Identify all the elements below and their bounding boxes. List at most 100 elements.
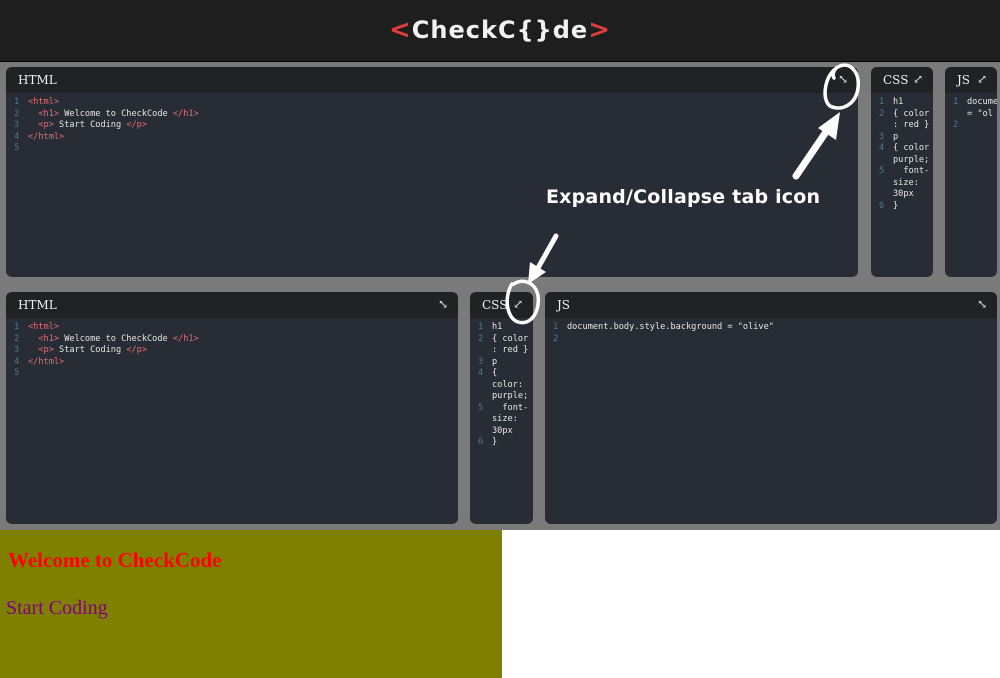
code-line[interactable]: 5: [14, 368, 458, 380]
line-number: 3: [879, 131, 885, 142]
code-text: h1: [893, 97, 904, 107]
preview-empty-area: [502, 530, 1000, 678]
code-text: }: [893, 200, 899, 211]
code-line[interactable]: 2 { color: [879, 109, 933, 121]
code-text: Start Coding: [53, 345, 127, 355]
code-tag: <p>: [28, 120, 54, 130]
code-line[interactable]: 1 docume: [953, 97, 997, 109]
annotation-label: Expand/Collapse tab icon: [546, 186, 821, 208]
code-line[interactable]: 2: [953, 120, 997, 132]
collapse-icon[interactable]: ⤡: [836, 72, 850, 86]
code-text: p: [893, 131, 899, 142]
logo-text: CheckC{}de: [411, 16, 589, 44]
code-tag: </html>: [28, 356, 65, 367]
expand-icon[interactable]: ⤢: [911, 72, 925, 86]
line-number: 3: [478, 356, 484, 367]
code-text: p: [492, 356, 498, 367]
line-number: 5: [478, 402, 484, 413]
code-tag: </h1>: [172, 108, 199, 119]
line-number: 2: [14, 108, 20, 119]
top-css-panel-header: CSS ⤢: [871, 67, 933, 93]
bottom-js-panel: JS ⤡ 1 document.body.style.background = "…: [545, 292, 997, 524]
bottom-js-panel-header: JS ⤡: [545, 292, 997, 318]
bottom-css-code[interactable]: 1 h1 2{ color: red } 3 p 4{color: purple; 5 fon…: [470, 318, 533, 449]
line-number: 3: [14, 120, 20, 130]
code-line[interactable]: 1 h1: [879, 97, 933, 109]
line-number: 6: [478, 437, 484, 447]
line-number: 5: [14, 143, 20, 153]
code-text: : red }: [492, 345, 529, 355]
code-line[interactable]: 5: [14, 143, 858, 155]
code-line[interactable]: purple;: [879, 155, 933, 167]
line-number: 5: [14, 368, 20, 378]
collapse-icon[interactable]: ⤡: [975, 297, 989, 311]
code-line[interactable]: 3 <p> Start Coding </p>: [14, 345, 458, 357]
bottom-js-code[interactable]: 1 document.body.style.background = "olive…: [545, 318, 997, 345]
code-text: { color: [893, 143, 930, 153]
code-line[interactable]: 3p: [478, 357, 533, 369]
code-line[interactable]: size:: [879, 178, 933, 190]
code-line[interactable]: : red }: [478, 345, 533, 357]
checkcode-logo: <CheckC{}de>: [0, 15, 1000, 45]
code-text: h1: [492, 322, 503, 332]
code-line[interactable]: 1 <html>: [14, 97, 858, 109]
code-line[interactable]: = "ol: [953, 109, 997, 121]
code-line[interactable]: 2: [553, 334, 997, 346]
code-line[interactable]: 4 </html>: [14, 132, 858, 144]
top-js-panel: JS ⤢ 1 docume = "ol 2: [945, 67, 997, 277]
code-line[interactable]: purple;: [478, 391, 533, 403]
code-line[interactable]: color:: [478, 380, 533, 392]
code-line[interactable]: 1 h1: [478, 322, 533, 334]
code-line[interactable]: 1 <html>: [14, 322, 458, 334]
code-line[interactable]: 2 <h1> Welcome to CheckCode </h1>: [14, 109, 858, 121]
code-line[interactable]: 5 font-: [879, 166, 933, 178]
expand-icon[interactable]: ⤢: [975, 72, 989, 86]
top-css-panel-title: CSS: [883, 73, 909, 87]
code-line[interactable]: 3 <p> Start Coding </p>: [14, 120, 858, 132]
code-tag: </p>: [126, 120, 148, 130]
code-line[interactable]: : red }: [879, 120, 933, 132]
code-line[interactable]: 2 <h1> Welcome to CheckCode </h1>: [14, 334, 458, 346]
code-text: size:: [893, 177, 919, 188]
code-text: font-: [893, 166, 930, 176]
line-number: 1: [14, 97, 20, 107]
code-line[interactable]: 4 { color: [879, 143, 933, 155]
code-tag: <h1>: [28, 108, 60, 119]
line-number: 2: [478, 333, 484, 344]
line-number: 5: [879, 166, 885, 176]
bottom-css-panel-header: CSS ⤢: [470, 292, 533, 318]
line-number: 1: [953, 97, 959, 107]
code-text: purple;: [492, 391, 529, 401]
code-text: Start Coding: [53, 120, 127, 130]
code-line[interactable]: 6}: [478, 437, 533, 449]
collapse-icon[interactable]: ⤡: [436, 297, 450, 311]
code-text: = "ol: [967, 108, 993, 119]
code-tag: <html>: [28, 322, 60, 332]
bottom-html-code[interactable]: 1 <html> 2 <h1> Welcome to CheckCode </h1>…: [6, 318, 458, 380]
top-css-panel: CSS ⤢ 1 h1 2{ color: red } 3 p 4{ color purple…: [871, 67, 933, 277]
line-number: 1: [478, 322, 484, 332]
line-number: 2: [879, 108, 885, 119]
code-text: Welcome to CheckCode: [59, 108, 173, 119]
line-number: 1: [553, 322, 559, 332]
code-line[interactable]: 4 </html>: [14, 357, 458, 369]
code-line[interactable]: 30px: [879, 189, 933, 201]
top-js-code[interactable]: 1 docume = "ol 2: [945, 93, 997, 132]
code-line[interactable]: 4{: [478, 368, 533, 380]
code-line[interactable]: 5 font-: [478, 403, 533, 415]
code-line[interactable]: size:: [478, 414, 533, 426]
expand-icon[interactable]: ⤢: [511, 297, 525, 311]
top-html-panel: HTML ⤡ 1 <html> 2 <h1> Welcome to CheckCod…: [6, 67, 858, 277]
top-css-code[interactable]: 1 h1 2{ color: red } 3 p 4{ color purple; 5 fon…: [871, 93, 933, 212]
code-line[interactable]: 2 { color: [478, 334, 533, 346]
code-line[interactable]: 3p: [879, 132, 933, 144]
top-html-code[interactable]: 1 <html> 2 <h1> Welcome to CheckCode </h1>…: [6, 93, 858, 155]
bottom-html-panel: HTML ⤡ 1 <html> 2 <h1> Welcome to CheckCod…: [6, 292, 458, 524]
code-line[interactable]: 6}: [879, 201, 933, 213]
line-number: 1: [879, 97, 885, 107]
logo-left-bracket: <: [389, 15, 412, 45]
code-text: {: [492, 368, 498, 378]
code-line[interactable]: 30px: [478, 426, 533, 438]
code-text: size:: [492, 414, 518, 424]
code-line[interactable]: 1 document.body.style.background = "olive…: [553, 322, 997, 334]
